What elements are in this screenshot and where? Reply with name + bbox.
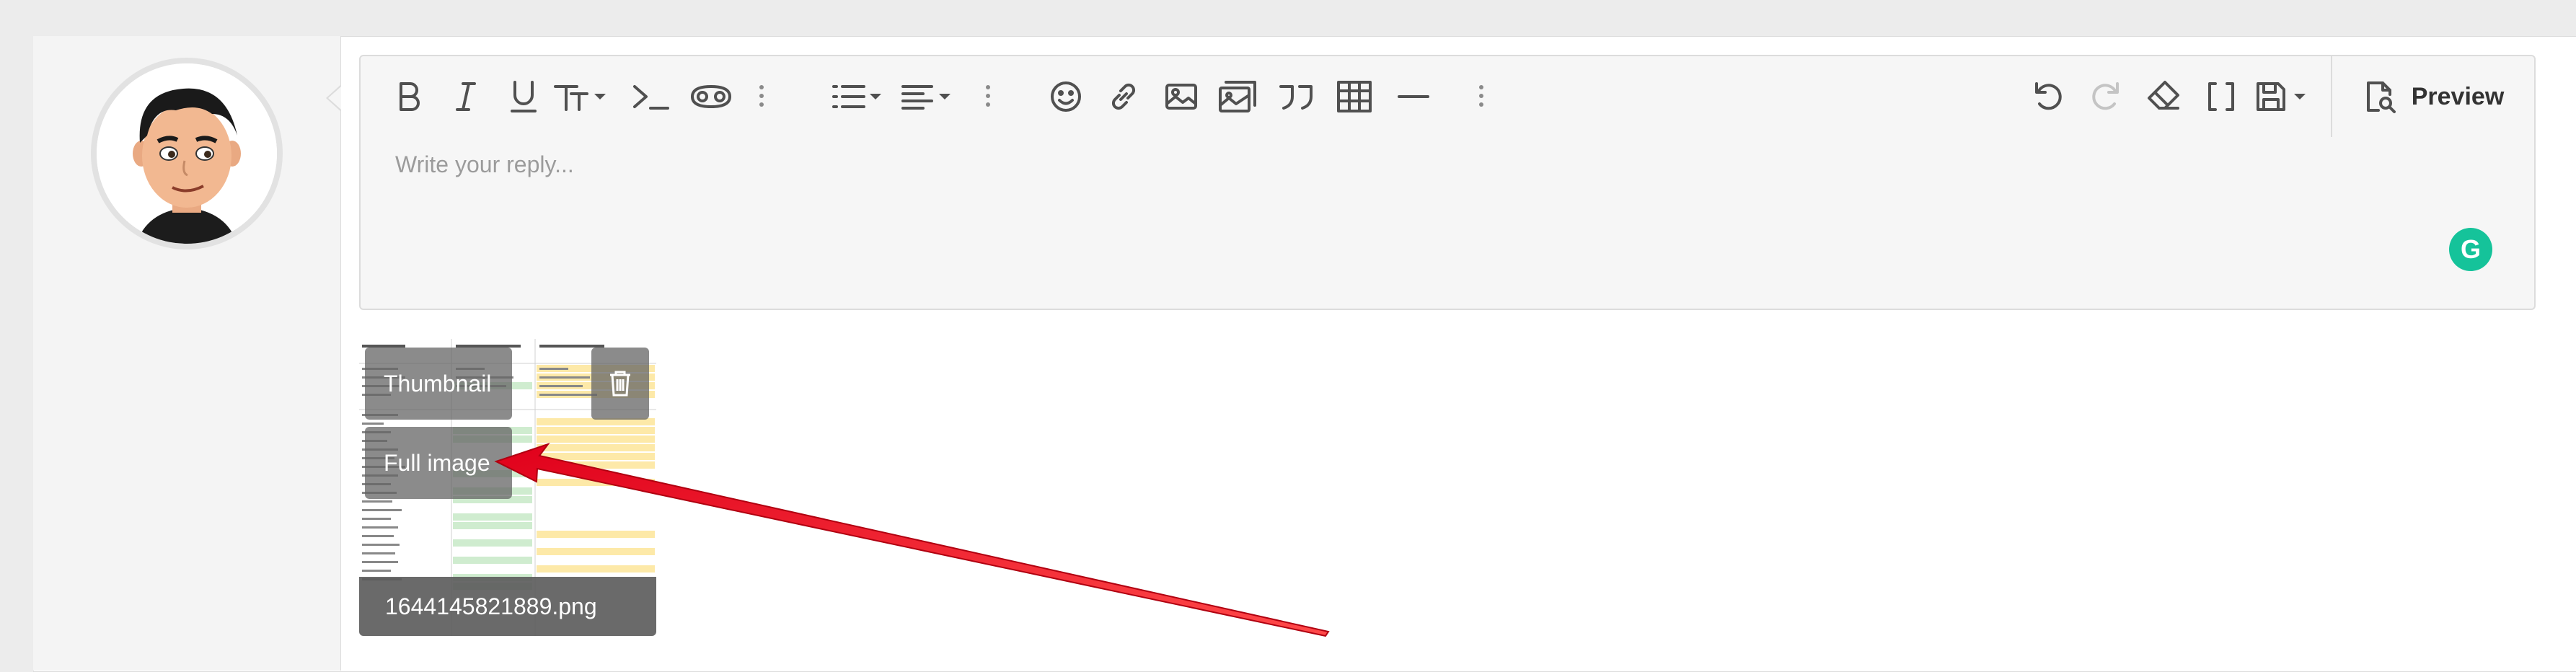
bbcode-toggle-icon[interactable]	[2201, 76, 2241, 117]
avatar[interactable]	[91, 58, 283, 249]
more-inline-icon[interactable]	[759, 85, 764, 110]
attachment-item[interactable]: Thumbnail Full image 1644145821889.png	[359, 339, 656, 636]
drafts-icon[interactable]	[2251, 76, 2316, 117]
table-icon[interactable]	[1333, 76, 1376, 117]
editor-toolbar: Preview	[361, 56, 2534, 138]
text-size-icon[interactable]	[552, 76, 613, 117]
attachment-filename: 1644145821889.png	[359, 577, 656, 636]
eraser-icon[interactable]	[2143, 76, 2184, 117]
reply-editor[interactable]: Preview Write your reply... G	[359, 55, 2536, 310]
link-icon[interactable]	[1103, 76, 1144, 117]
delete-attachment-button[interactable]	[591, 348, 649, 420]
italic-icon[interactable]	[446, 76, 486, 117]
code-icon[interactable]	[629, 76, 672, 117]
preview-label: Preview	[2411, 82, 2505, 110]
spoiler-icon[interactable]	[689, 76, 733, 117]
media-icon[interactable]	[1216, 76, 1262, 117]
quote-icon[interactable]	[1275, 76, 1318, 117]
align-icon[interactable]	[900, 76, 955, 117]
editor-pointer-inner	[328, 87, 341, 110]
image-icon[interactable]	[1161, 76, 1201, 117]
horizontal-rule-icon[interactable]	[1392, 76, 1435, 117]
underline-icon[interactable]	[503, 76, 544, 117]
smilies-icon[interactable]	[1046, 76, 1086, 117]
bold-icon[interactable]	[388, 76, 428, 117]
list-icon[interactable]	[831, 76, 886, 117]
trash-icon	[610, 371, 630, 397]
undo-icon[interactable]	[2028, 76, 2068, 117]
more-block-icon[interactable]	[985, 85, 991, 110]
preview-button[interactable]: Preview	[2331, 56, 2534, 137]
redo-icon[interactable]	[2086, 76, 2126, 117]
thumbnail-button[interactable]: Thumbnail	[365, 348, 512, 420]
grammarly-icon[interactable]: G	[2449, 228, 2492, 271]
preview-icon	[2366, 81, 2396, 113]
more-insert-icon[interactable]	[1478, 85, 1484, 110]
full-image-button[interactable]: Full image	[365, 427, 512, 499]
reply-input-placeholder[interactable]: Write your reply...	[395, 151, 574, 178]
